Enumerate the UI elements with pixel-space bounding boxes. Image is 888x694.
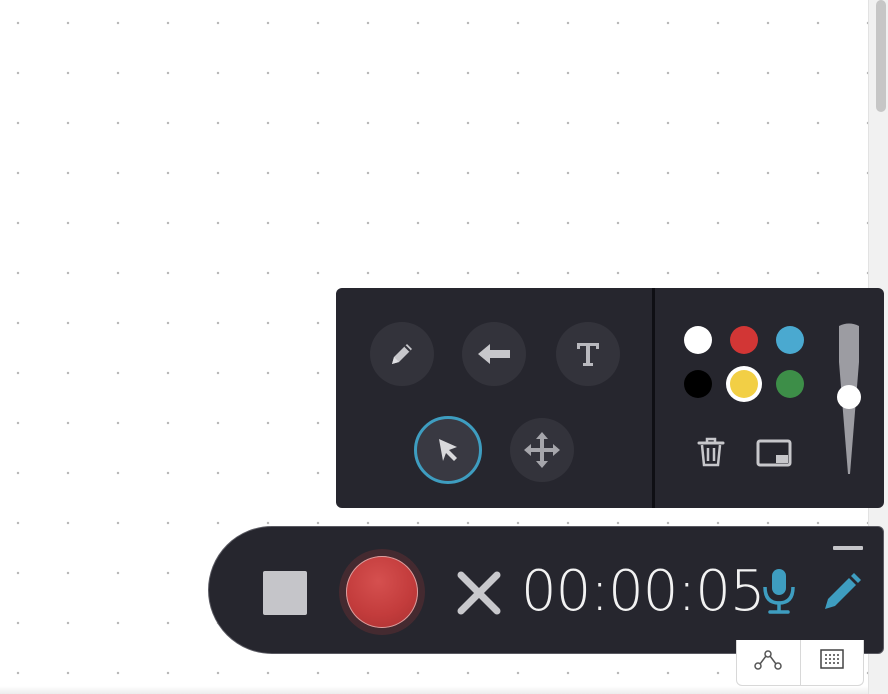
recording-timer: 00:00:05 (521, 559, 766, 624)
select-tool-button[interactable] (414, 416, 482, 484)
annotate-button[interactable] (821, 569, 861, 618)
delete-button[interactable] (696, 436, 726, 473)
color-swatch-white[interactable] (684, 326, 712, 354)
bottom-edge (0, 686, 868, 694)
color-swatch-blue[interactable] (776, 326, 804, 354)
color-swatch-black[interactable] (684, 370, 712, 398)
cancel-recording-button[interactable] (455, 569, 503, 622)
arrow-tool-button[interactable] (462, 322, 526, 386)
record-button[interactable] (339, 549, 425, 635)
network-icon (754, 650, 782, 670)
record-icon (346, 556, 418, 628)
pencil-tool-button[interactable] (370, 322, 434, 386)
move-icon (524, 432, 560, 468)
arrow-left-icon (478, 344, 510, 364)
stroke-size-knob[interactable] (837, 385, 861, 409)
move-tool-button[interactable] (510, 418, 574, 482)
text-tool-button[interactable] (556, 322, 620, 386)
annotation-palette (336, 288, 884, 508)
recording-bar: 00:00:05 (208, 526, 884, 654)
palette-divider (652, 288, 655, 508)
scrollbar-thumb[interactable] (876, 0, 886, 112)
close-icon (457, 571, 501, 615)
screen-button[interactable] (756, 439, 792, 472)
trash-icon (697, 437, 725, 467)
color-swatch-yellow[interactable] (730, 370, 758, 398)
stop-button[interactable] (263, 571, 307, 615)
screen-icon (756, 439, 792, 467)
network-button[interactable] (737, 640, 800, 686)
minimize-button[interactable] (833, 546, 863, 550)
cursor-icon (439, 439, 457, 461)
microphone-icon (763, 569, 795, 614)
microphone-button[interactable] (761, 567, 797, 620)
grid-icon (820, 649, 844, 669)
color-swatch-green[interactable] (776, 370, 804, 398)
bottom-toolbar (736, 640, 864, 686)
pencil-icon (392, 344, 412, 364)
color-swatch-red[interactable] (730, 326, 758, 354)
grid-button[interactable] (801, 640, 864, 686)
text-icon (577, 343, 599, 366)
pencil-icon (825, 573, 861, 609)
